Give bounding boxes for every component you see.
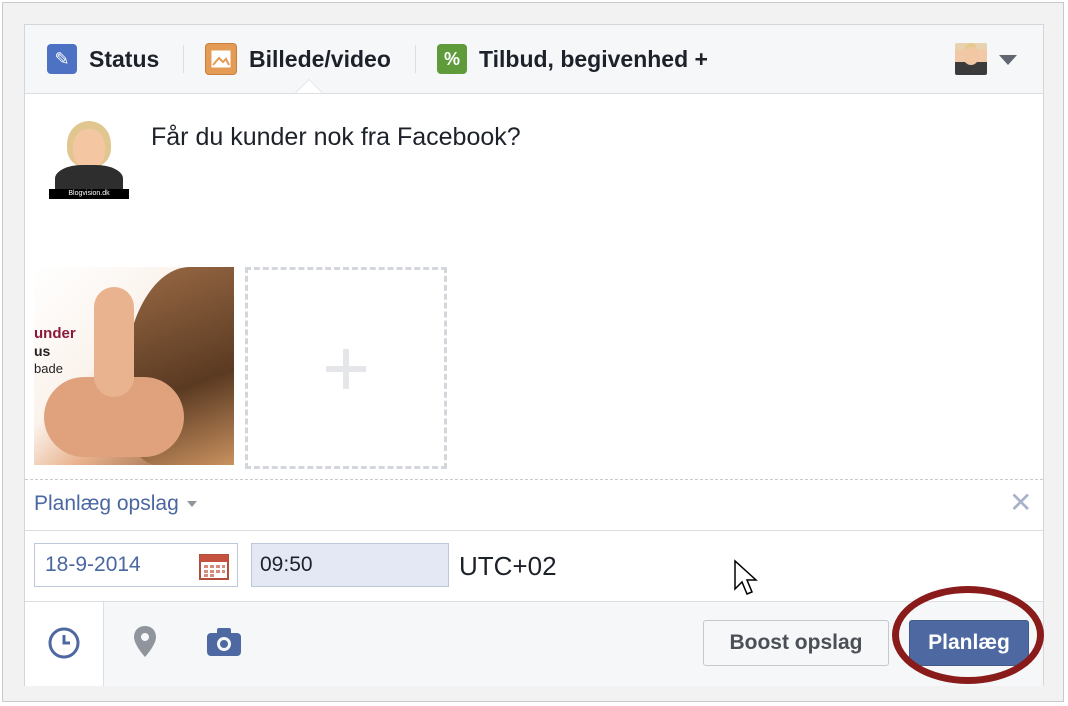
offer-icon: %: [437, 44, 467, 74]
thumbnail-text: under: [34, 325, 76, 342]
tab-status-label: Status: [89, 45, 160, 72]
post-composer: ✎ Status Billede/video % Tilbud, begiven…: [24, 24, 1044, 686]
post-text[interactable]: Får du kunder nok fra Facebook?: [151, 123, 521, 152]
time-field[interactable]: [251, 543, 449, 587]
caret-down-icon: [186, 501, 197, 508]
location-icon[interactable]: [131, 624, 159, 660]
timezone-label: UTC+02: [459, 551, 557, 581]
composer-footer: Boost opslag Planlæg: [25, 601, 1043, 686]
attached-image-thumbnail[interactable]: under us bade: [34, 267, 234, 465]
schedule-button[interactable]: Planlæg: [909, 620, 1029, 666]
schedule-dropdown-label: Planlæg opslag: [34, 492, 179, 515]
tab-photo-video[interactable]: Billede/video: [205, 41, 391, 77]
tab-divider: [183, 45, 184, 73]
tab-offer-event-label: Tilbud, begivenhed +: [479, 45, 708, 72]
schedule-bar: Planlæg opslag ✕: [25, 480, 1043, 531]
tab-photo-video-label: Billede/video: [249, 45, 391, 72]
calendar-icon[interactable]: [199, 552, 229, 580]
boost-post-button[interactable]: Boost opslag: [703, 620, 889, 666]
time-input[interactable]: [258, 552, 442, 578]
mouse-cursor-icon: [734, 559, 758, 595]
date-input[interactable]: [43, 552, 197, 578]
clock-icon[interactable]: [47, 626, 81, 660]
pencil-icon: ✎: [47, 44, 77, 74]
composer-tab-bar: ✎ Status Billede/video % Tilbud, begiven…: [25, 25, 1043, 94]
close-icon[interactable]: ✕: [1009, 486, 1032, 519]
thumbnail-text: us: [34, 343, 51, 359]
tab-status[interactable]: ✎ Status: [47, 41, 159, 77]
avatar: Blogvision.dk: [49, 119, 129, 199]
photo-icon: [205, 43, 237, 75]
thumbnail-text: bade: [34, 361, 63, 376]
tab-divider: [415, 45, 416, 73]
page-avatar[interactable]: [955, 43, 987, 75]
schedule-dropdown[interactable]: Planlæg opslag: [34, 492, 197, 516]
active-tab-pointer: [295, 79, 323, 93]
chevron-down-icon[interactable]: [999, 55, 1017, 65]
date-field[interactable]: [34, 543, 238, 587]
avatar-caption: Blogvision.dk: [49, 189, 129, 199]
tab-offer-event[interactable]: % Tilbud, begivenhed +: [437, 41, 708, 77]
camera-icon[interactable]: [205, 626, 243, 658]
add-photo-button[interactable]: [245, 267, 447, 469]
